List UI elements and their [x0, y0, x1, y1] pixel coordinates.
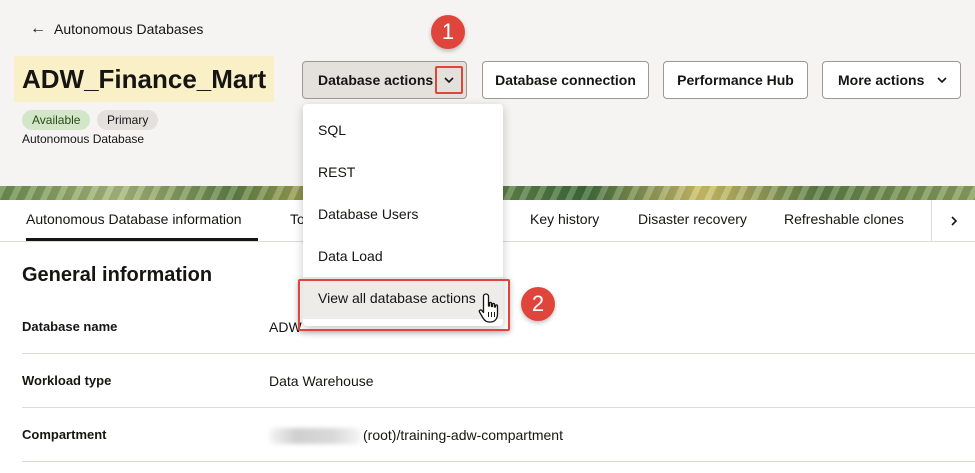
- info-value-wrapper: (root)/training-adw-compartment: [269, 408, 563, 462]
- tab-refreshable-clones[interactable]: Refreshable clones: [784, 200, 904, 241]
- info-label: Workload type: [22, 373, 112, 388]
- redacted-text: [269, 428, 361, 445]
- role-badge-primary: Primary: [97, 110, 159, 130]
- info-value: (root)/training-adw-compartment: [363, 427, 563, 443]
- tab-key-history[interactable]: Key history: [530, 200, 599, 241]
- info-value: ADW: [269, 319, 302, 335]
- tab-scroll-right-button[interactable]: [931, 200, 975, 241]
- info-label: Database name: [22, 319, 118, 334]
- step-callout-2: 2: [521, 287, 555, 321]
- info-row-compartment: Compartment (root)/training-adw-compartm…: [22, 408, 975, 462]
- menu-item-data-load[interactable]: Data Load: [303, 235, 503, 277]
- section-title-general-information: General information: [22, 264, 213, 286]
- chevron-down-icon: [936, 74, 948, 86]
- chevron-down-icon[interactable]: [438, 69, 460, 91]
- menu-item-rest[interactable]: REST: [303, 151, 503, 193]
- info-row-workload-type: Workload type Data Warehouse: [22, 354, 975, 408]
- more-actions-label: More actions: [838, 72, 925, 88]
- hand-pointer-icon: [478, 293, 499, 323]
- back-link-label: Autonomous Databases: [54, 21, 204, 37]
- resource-type-label: Autonomous Database: [22, 132, 145, 146]
- database-actions-button[interactable]: Database actions: [302, 61, 467, 99]
- info-value: Data Warehouse: [269, 373, 374, 389]
- back-link[interactable]: ← Autonomous Databases: [30, 20, 204, 38]
- chevron-right-icon: [950, 215, 957, 226]
- performance-hub-button[interactable]: Performance Hub: [663, 61, 808, 99]
- status-badge-available: Available: [22, 110, 91, 130]
- info-label: Compartment: [22, 427, 107, 442]
- more-actions-button[interactable]: More actions: [822, 61, 961, 99]
- step-callout-1: 1: [431, 15, 465, 49]
- database-actions-label: Database actions: [318, 72, 434, 88]
- arrow-left-icon: ←: [30, 20, 46, 37]
- database-connection-button[interactable]: Database connection: [482, 61, 649, 99]
- page-title: ADW_Finance_Mart: [14, 56, 275, 102]
- database-actions-menu: SQL REST Database Users Data Load View a…: [303, 104, 503, 326]
- menu-item-view-all-database-actions[interactable]: View all database actions: [303, 277, 503, 319]
- menu-item-sql[interactable]: SQL: [303, 109, 503, 151]
- tab-disaster-recovery[interactable]: Disaster recovery: [638, 200, 747, 241]
- menu-item-database-users[interactable]: Database Users: [303, 193, 503, 235]
- tab-autonomous-database-information[interactable]: Autonomous Database information: [26, 200, 258, 241]
